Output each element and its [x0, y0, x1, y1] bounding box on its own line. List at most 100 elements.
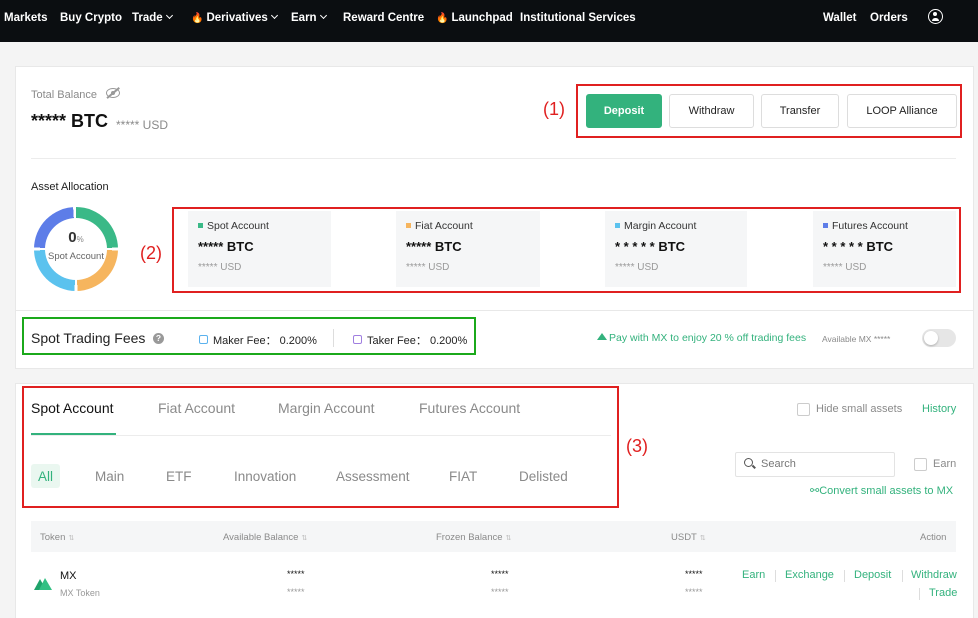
futures-account-name: Futures Account — [823, 220, 908, 232]
subtab-innovation[interactable]: Innovation — [234, 469, 296, 484]
nav-wallet[interactable]: Wallet — [823, 0, 856, 36]
nav-reward-centre[interactable]: Reward Centre — [343, 0, 424, 36]
nav-earn-label: Earn — [291, 12, 317, 24]
action-separator — [844, 570, 845, 582]
th-token[interactable]: Token ⇅ — [40, 532, 74, 543]
available-balance-cell: ***** — [287, 569, 305, 579]
subtab-assessment[interactable]: Assessment — [336, 469, 410, 484]
tab-futures-account[interactable]: Futures Account — [419, 400, 520, 416]
sort-icon: ⇅ — [68, 535, 75, 542]
fiat-color-square — [406, 223, 411, 228]
help-question-icon[interactable]: ? — [153, 333, 164, 344]
convert-small-assets-text: Convert small assets to MX — [819, 485, 954, 497]
th-frozen-balance[interactable]: Frozen Balance ⇅ — [436, 532, 511, 543]
maker-fee-icon — [199, 335, 208, 344]
convert-icon: ⚯ — [810, 485, 820, 497]
annotation-1: (1) — [543, 99, 565, 119]
donut-percent: 0% — [45, 230, 107, 248]
fiat-account-usd: ***** USD — [406, 262, 450, 273]
deposit-button[interactable]: Deposit — [586, 94, 662, 128]
nav-derivatives[interactable]: 🔥 Derivatives — [191, 0, 278, 36]
th-token-label: Token — [40, 532, 66, 543]
active-tab-underline — [31, 433, 116, 435]
th-available-balance[interactable]: Available Balance ⇅ — [223, 532, 307, 543]
transfer-button[interactable]: Transfer — [761, 94, 839, 128]
sort-icon: ⇅ — [505, 535, 512, 542]
nav-buy-crypto[interactable]: Buy Crypto — [60, 0, 122, 36]
divider — [31, 158, 956, 159]
spot-color-square — [198, 223, 203, 228]
futures-color-square — [823, 223, 828, 228]
action-separator — [775, 570, 776, 582]
available-mx: Available MX ***** — [822, 334, 891, 344]
earn-filter-checkbox[interactable] — [914, 458, 927, 471]
margin-account-name: Margin Account — [615, 220, 696, 232]
tab-margin-account[interactable]: Margin Account — [278, 400, 375, 416]
futures-account-usd: ***** USD — [823, 262, 867, 273]
pay-with-mx-toggle[interactable] — [922, 329, 956, 347]
earn-filter-label: Earn — [933, 458, 957, 470]
donut-account-name: Spot Account — [48, 251, 104, 262]
loop-alliance-button[interactable]: LOOP Alliance — [847, 94, 957, 128]
fiat-account-name: Fiat Account — [406, 220, 473, 232]
maker-fee-text: Maker Fee： 0.200% — [213, 335, 317, 347]
nav-orders[interactable]: Orders — [870, 0, 908, 36]
futures-account-label: Futures Account — [832, 220, 908, 232]
chevron-down-icon — [270, 11, 278, 20]
sort-icon: ⇅ — [699, 535, 706, 542]
subtab-all[interactable]: All — [38, 469, 53, 484]
history-link[interactable]: History — [922, 403, 956, 415]
spot-account-card: Spot Account ***** BTC ***** USD — [188, 211, 331, 287]
usdt-sub: ***** — [685, 587, 703, 597]
taker-fee-icon — [353, 335, 362, 344]
nav-trade-label: Trade — [132, 12, 163, 24]
available-balance-sub: ***** — [287, 587, 305, 597]
search-input[interactable]: Search — [735, 452, 895, 477]
row-withdraw-action[interactable]: Withdraw — [911, 569, 957, 581]
margin-account-card: Margin Account * * * * * BTC ***** USD — [605, 211, 747, 287]
spot-trading-fees-title: Spot Trading Fees — [31, 330, 146, 346]
convert-small-assets-link[interactable]: ⚯Convert small assets to MX — [810, 484, 953, 497]
row-earn-action[interactable]: Earn — [742, 569, 765, 581]
nav-launchpad[interactable]: 🔥 Launchpad — [436, 0, 513, 36]
spot-account-balance: ***** BTC — [198, 239, 254, 254]
subtab-etf[interactable]: ETF — [166, 469, 192, 484]
withdraw-button[interactable]: Withdraw — [669, 94, 754, 128]
donut-percent-unit: % — [76, 235, 84, 244]
hide-balance-eye-icon[interactable] — [106, 88, 120, 98]
nav-earn[interactable]: Earn — [291, 0, 327, 36]
taker-fee: Taker Fee： 0.200% — [353, 332, 467, 348]
fire-icon: 🔥 — [191, 13, 204, 24]
donut-percent-value: 0 — [68, 229, 77, 246]
row-deposit-action[interactable]: Deposit — [854, 569, 891, 581]
token-symbol: MX — [60, 570, 77, 582]
user-avatar-icon[interactable] — [928, 9, 943, 24]
subtab-delisted[interactable]: Delisted — [519, 469, 568, 484]
margin-account-usd: ***** USD — [615, 262, 659, 273]
row-trade-action[interactable]: Trade — [929, 587, 957, 599]
th-frozen-label: Frozen Balance — [436, 532, 503, 543]
th-available-label: Available Balance — [223, 532, 299, 543]
subtab-fiat[interactable]: FIAT — [449, 469, 477, 484]
table-header: Token ⇅ Available Balance ⇅ Frozen Balance… — [31, 521, 956, 552]
tab-fiat-account[interactable]: Fiat Account — [158, 400, 235, 416]
action-separator — [919, 588, 920, 600]
total-balance-value: ***** BTC — [31, 111, 109, 131]
nav-trade[interactable]: Trade — [132, 0, 173, 36]
asset-allocation-label: Asset Allocation — [31, 181, 109, 193]
toggle-knob — [924, 331, 938, 345]
row-exchange-action[interactable]: Exchange — [785, 569, 834, 581]
top-navigation: Markets Buy Crypto Trade 🔥 Derivatives Ea… — [0, 0, 978, 42]
nav-derivatives-label: Derivatives — [206, 12, 268, 24]
subtab-main[interactable]: Main — [95, 469, 124, 484]
nav-launchpad-label: Launchpad — [451, 12, 513, 24]
hide-small-assets-checkbox[interactable] — [797, 403, 810, 416]
spot-account-name: Spot Account — [198, 220, 269, 232]
token-name: MX Token — [60, 588, 100, 598]
maker-fee: Maker Fee： 0.200% — [199, 332, 317, 348]
nav-institutional-services[interactable]: Institutional Services — [520, 0, 636, 36]
tab-spot-account[interactable]: Spot Account — [31, 400, 114, 416]
th-action: Action — [920, 532, 947, 543]
th-usdt[interactable]: USDT ⇅ — [671, 532, 706, 543]
nav-markets[interactable]: Markets — [4, 0, 47, 36]
